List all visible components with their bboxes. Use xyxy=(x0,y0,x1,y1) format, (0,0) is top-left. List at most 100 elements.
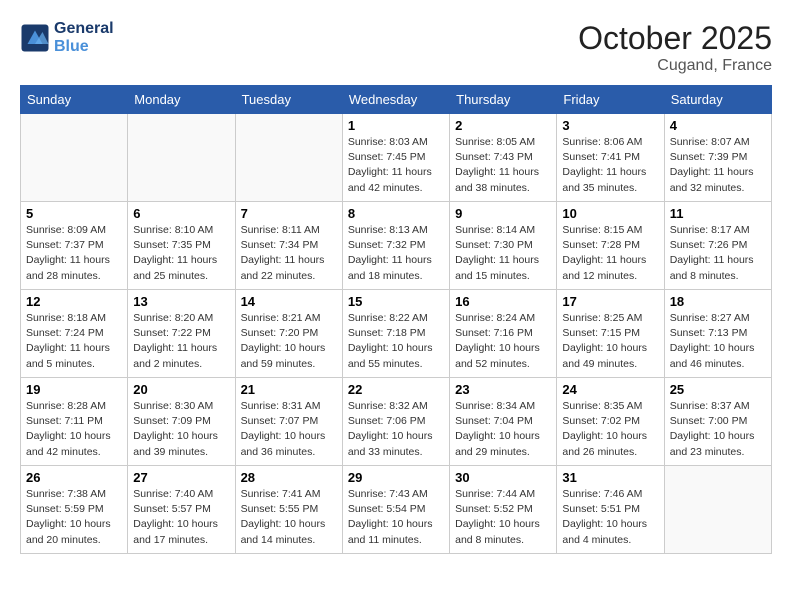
day-info: Sunrise: 8:09 AMSunset: 7:37 PMDaylight:… xyxy=(26,223,122,284)
day-number: 30 xyxy=(455,470,551,485)
day-number: 7 xyxy=(241,206,337,221)
day-info: Sunrise: 8:24 AMSunset: 7:16 PMDaylight:… xyxy=(455,311,551,372)
day-number: 23 xyxy=(455,382,551,397)
day-info: Sunrise: 8:22 AMSunset: 7:18 PMDaylight:… xyxy=(348,311,444,372)
day-info: Sunrise: 7:46 AMSunset: 5:51 PMDaylight:… xyxy=(562,487,658,548)
day-number: 11 xyxy=(670,206,766,221)
title-block: October 2025 Cugand, France xyxy=(578,20,772,75)
day-number: 29 xyxy=(348,470,444,485)
day-info: Sunrise: 8:30 AMSunset: 7:09 PMDaylight:… xyxy=(133,399,229,460)
calendar-cell: 12 Sunrise: 8:18 AMSunset: 7:24 PMDayligh… xyxy=(21,290,128,378)
weekday-header: Monday xyxy=(128,86,235,114)
day-info: Sunrise: 7:43 AMSunset: 5:54 PMDaylight:… xyxy=(348,487,444,548)
day-number: 21 xyxy=(241,382,337,397)
day-info: Sunrise: 7:44 AMSunset: 5:52 PMDaylight:… xyxy=(455,487,551,548)
day-number: 24 xyxy=(562,382,658,397)
calendar-week-row: 5 Sunrise: 8:09 AMSunset: 7:37 PMDaylight… xyxy=(21,202,772,290)
day-info: Sunrise: 8:20 AMSunset: 7:22 PMDaylight:… xyxy=(133,311,229,372)
calendar-week-row: 26Sunrise: 7:38 AMSunset: 5:59 PMDayligh… xyxy=(21,466,772,554)
weekday-header: Sunday xyxy=(21,86,128,114)
weekday-header: Saturday xyxy=(664,86,771,114)
weekday-header: Tuesday xyxy=(235,86,342,114)
day-info: Sunrise: 8:15 AMSunset: 7:28 PMDaylight:… xyxy=(562,223,658,284)
calendar-cell: 20 Sunrise: 8:30 AMSunset: 7:09 PMDayligh… xyxy=(128,378,235,466)
calendar-cell: 14Sunrise: 8:21 AMSunset: 7:20 PMDayligh… xyxy=(235,290,342,378)
calendar-cell: 13Sunrise: 8:20 AMSunset: 7:22 PMDayligh… xyxy=(128,290,235,378)
logo-icon xyxy=(20,23,50,53)
calendar-cell: 6Sunrise: 8:10 AMSunset: 7:35 PMDaylight… xyxy=(128,202,235,290)
logo-text: General Blue xyxy=(54,20,114,56)
calendar-cell xyxy=(21,114,128,202)
day-number: 14 xyxy=(241,294,337,309)
day-info: Sunrise: 8:11 AMSunset: 7:34 PMDaylight:… xyxy=(241,223,337,284)
day-info: Sunrise: 8:25 AMSunset: 7:15 PMDaylight:… xyxy=(562,311,658,372)
day-number: 9 xyxy=(455,206,551,221)
calendar-cell: 17Sunrise: 8:25 AMSunset: 7:15 PMDayligh… xyxy=(557,290,664,378)
calendar-cell: 19 Sunrise: 8:28 AMSunset: 7:11 PMDayligh… xyxy=(21,378,128,466)
calendar-cell: 26Sunrise: 7:38 AMSunset: 5:59 PMDayligh… xyxy=(21,466,128,554)
day-info: Sunrise: 8:05 AMSunset: 7:43 PMDaylight:… xyxy=(455,135,551,196)
calendar-cell: 25Sunrise: 8:37 AMSunset: 7:00 PMDayligh… xyxy=(664,378,771,466)
calendar-cell: 10 Sunrise: 8:15 AMSunset: 7:28 PMDayligh… xyxy=(557,202,664,290)
day-number: 31 xyxy=(562,470,658,485)
day-info: Sunrise: 8:06 AMSunset: 7:41 PMDaylight:… xyxy=(562,135,658,196)
calendar-cell: 4 Sunrise: 8:07 AMSunset: 7:39 PMDaylight… xyxy=(664,114,771,202)
day-info: Sunrise: 8:35 AMSunset: 7:02 PMDaylight:… xyxy=(562,399,658,460)
day-info: Sunrise: 7:38 AMSunset: 5:59 PMDaylight:… xyxy=(26,487,122,548)
location: Cugand, France xyxy=(578,57,772,75)
day-info: Sunrise: 8:34 AMSunset: 7:04 PMDaylight:… xyxy=(455,399,551,460)
day-number: 3 xyxy=(562,118,658,133)
day-number: 2 xyxy=(455,118,551,133)
calendar-cell: 18Sunrise: 8:27 AMSunset: 7:13 PMDayligh… xyxy=(664,290,771,378)
calendar-cell: 22 Sunrise: 8:32 AMSunset: 7:06 PMDayligh… xyxy=(342,378,449,466)
day-info: Sunrise: 8:07 AMSunset: 7:39 PMDaylight:… xyxy=(670,135,766,196)
day-info: Sunrise: 8:28 AMSunset: 7:11 PMDaylight:… xyxy=(26,399,122,460)
day-number: 16 xyxy=(455,294,551,309)
logo: General Blue xyxy=(20,20,114,56)
day-info: Sunrise: 8:14 AMSunset: 7:30 PMDaylight:… xyxy=(455,223,551,284)
calendar-table: SundayMondayTuesdayWednesdayThursdayFrid… xyxy=(20,85,772,554)
calendar-cell: 16 Sunrise: 8:24 AMSunset: 7:16 PMDayligh… xyxy=(450,290,557,378)
day-number: 4 xyxy=(670,118,766,133)
calendar-cell: 24 Sunrise: 8:35 AMSunset: 7:02 PMDayligh… xyxy=(557,378,664,466)
day-info: Sunrise: 7:41 AMSunset: 5:55 PMDaylight:… xyxy=(241,487,337,548)
calendar-cell: 8Sunrise: 8:13 AMSunset: 7:32 PMDaylight… xyxy=(342,202,449,290)
weekday-header: Thursday xyxy=(450,86,557,114)
day-info: Sunrise: 7:40 AMSunset: 5:57 PMDaylight:… xyxy=(133,487,229,548)
day-number: 19 xyxy=(26,382,122,397)
day-number: 27 xyxy=(133,470,229,485)
day-info: Sunrise: 8:17 AMSunset: 7:26 PMDaylight:… xyxy=(670,223,766,284)
day-number: 25 xyxy=(670,382,766,397)
day-number: 8 xyxy=(348,206,444,221)
day-number: 10 xyxy=(562,206,658,221)
calendar-cell: 21 Sunrise: 8:31 AMSunset: 7:07 PMDayligh… xyxy=(235,378,342,466)
calendar-week-row: 12 Sunrise: 8:18 AMSunset: 7:24 PMDayligh… xyxy=(21,290,772,378)
calendar-cell: 3 Sunrise: 8:06 AMSunset: 7:41 PMDaylight… xyxy=(557,114,664,202)
weekday-header-row: SundayMondayTuesdayWednesdayThursdayFrid… xyxy=(21,86,772,114)
calendar-week-row: 19 Sunrise: 8:28 AMSunset: 7:11 PMDayligh… xyxy=(21,378,772,466)
calendar-cell: 29 Sunrise: 7:43 AMSunset: 5:54 PMDayligh… xyxy=(342,466,449,554)
calendar-cell: 1Sunrise: 8:03 AMSunset: 7:45 PMDaylight… xyxy=(342,114,449,202)
calendar-week-row: 1Sunrise: 8:03 AMSunset: 7:45 PMDaylight… xyxy=(21,114,772,202)
weekday-header: Friday xyxy=(557,86,664,114)
day-info: Sunrise: 8:18 AMSunset: 7:24 PMDaylight:… xyxy=(26,311,122,372)
calendar-cell: 2 Sunrise: 8:05 AMSunset: 7:43 PMDaylight… xyxy=(450,114,557,202)
day-info: Sunrise: 8:10 AMSunset: 7:35 PMDaylight:… xyxy=(133,223,229,284)
day-number: 15 xyxy=(348,294,444,309)
calendar-cell: 11 Sunrise: 8:17 AMSunset: 7:26 PMDayligh… xyxy=(664,202,771,290)
calendar-cell: 30 Sunrise: 7:44 AMSunset: 5:52 PMDayligh… xyxy=(450,466,557,554)
day-number: 5 xyxy=(26,206,122,221)
calendar-cell: 15 Sunrise: 8:22 AMSunset: 7:18 PMDayligh… xyxy=(342,290,449,378)
day-number: 12 xyxy=(26,294,122,309)
month-title: October 2025 xyxy=(578,20,772,57)
day-number: 28 xyxy=(241,470,337,485)
calendar-cell: 31 Sunrise: 7:46 AMSunset: 5:51 PMDayligh… xyxy=(557,466,664,554)
calendar-cell: 5 Sunrise: 8:09 AMSunset: 7:37 PMDaylight… xyxy=(21,202,128,290)
day-info: Sunrise: 8:32 AMSunset: 7:06 PMDaylight:… xyxy=(348,399,444,460)
day-number: 20 xyxy=(133,382,229,397)
day-number: 22 xyxy=(348,382,444,397)
day-info: Sunrise: 8:03 AMSunset: 7:45 PMDaylight:… xyxy=(348,135,444,196)
day-info: Sunrise: 8:31 AMSunset: 7:07 PMDaylight:… xyxy=(241,399,337,460)
page-header: General Blue October 2025 Cugand, France xyxy=(20,20,772,75)
calendar-cell: 27 Sunrise: 7:40 AMSunset: 5:57 PMDayligh… xyxy=(128,466,235,554)
